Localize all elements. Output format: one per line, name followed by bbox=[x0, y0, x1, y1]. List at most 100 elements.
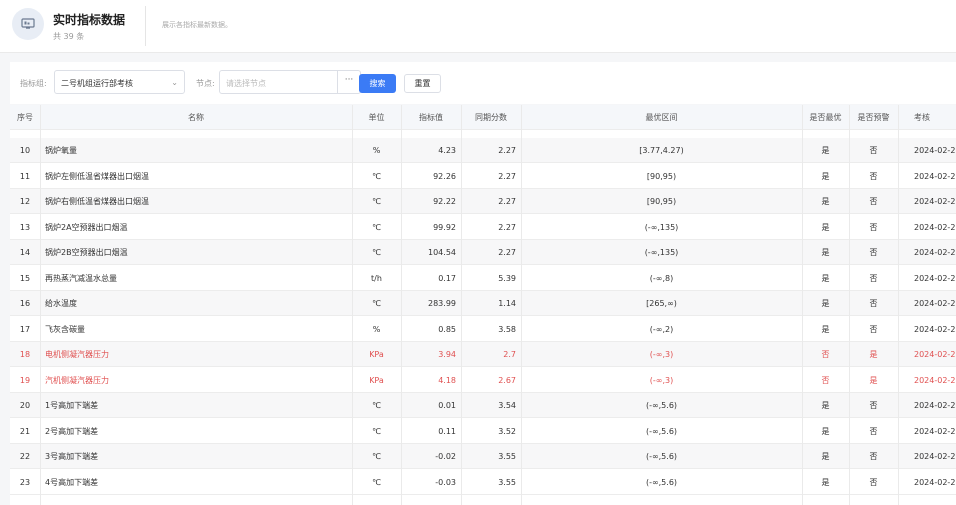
column-divider bbox=[401, 105, 402, 505]
row-optimal: 是 bbox=[821, 197, 830, 206]
row-optimal: 是 bbox=[821, 324, 830, 334]
row-index: 16 bbox=[19, 299, 31, 308]
row-range: [90,95) bbox=[646, 171, 677, 181]
node-picker-button[interactable]: ··· bbox=[337, 71, 360, 93]
row-range: (-∞,8) bbox=[649, 273, 674, 283]
row-optimal: 是 bbox=[821, 452, 830, 461]
row-warning: 否 bbox=[869, 197, 878, 206]
column-divider bbox=[849, 105, 850, 505]
row-range: (-∞,135) bbox=[644, 222, 679, 232]
row-index: 20 bbox=[19, 401, 31, 410]
node-input[interactable]: 请选择节点 ··· bbox=[219, 70, 361, 94]
row-value: 4.23 bbox=[438, 146, 456, 155]
reset-button[interactable]: 重置 bbox=[404, 74, 441, 93]
table-row[interactable]: 21 2号高加下端差 ℃ 0.11 3.52 (-∞,5.6) 是 否 2024-02-2 bbox=[10, 419, 956, 444]
data-table: 序号 名称 单位 指标值 同期分数 最优区间 是否最优 是否预警 考核 10 锅炉… bbox=[10, 105, 956, 505]
row-date: 2024-02-2 bbox=[914, 197, 956, 206]
row-warning: 否 bbox=[869, 477, 878, 487]
row-range: (-∞,5.6) bbox=[645, 452, 678, 461]
table-row[interactable]: 10 锅炉氧量% 4.23 2.27 [3.77,4.27) 是 否 2024-02-2 bbox=[10, 138, 956, 163]
row-name: 给水温度 bbox=[45, 299, 77, 308]
table-row[interactable]: 22 3号高加下端差 ℃ -0.02 3.55 (-∞,5.6) 是 否 2024-02-2 bbox=[10, 444, 956, 469]
col-header-warning: 是否预警 bbox=[857, 113, 890, 122]
table-row[interactable]: 12 锅炉右侧低温省煤器出口烟温 ℃ 92.22 2.27 [90,95) 是 否 2024-0… bbox=[10, 189, 956, 214]
row-date: 2024-02-2 bbox=[914, 426, 956, 436]
row-unit: ℃ bbox=[372, 171, 381, 181]
table-row[interactable]: 11 锅炉左侧低温省煤器出口烟温 ℃ 92.26 2.27 [90,95) 是 否 2024-0… bbox=[10, 164, 956, 189]
row-date: 2024-02-2 bbox=[914, 171, 956, 181]
row-value: 3.94 bbox=[438, 350, 456, 359]
row-score: 2.27 bbox=[498, 171, 516, 181]
row-range: (-∞,3) bbox=[649, 350, 674, 359]
row-date: 2024-02-2 bbox=[914, 401, 956, 410]
row-score: 3.55 bbox=[498, 477, 516, 487]
table-row[interactable]: 16 给水温度 ℃ 283.99 1.14 [265,∞) 是 否 2024-02-2 bbox=[10, 291, 956, 316]
column-divider bbox=[461, 105, 462, 505]
table-row[interactable]: 14 锅炉2B空预器出口烟温 ℃ 104.54 2.27 (-∞,135) 是 否 2024-0… bbox=[10, 240, 956, 265]
table-row[interactable]: 19 汽机侧凝汽器压力 KPa 4.18 2.67 (-∞,3) 否 是 2024-02-2 bbox=[10, 368, 956, 393]
row-range: (-∞,5.6) bbox=[645, 426, 678, 436]
node-label: 节点: bbox=[196, 79, 215, 88]
row-optimal: 是 bbox=[821, 299, 830, 308]
row-index: 15 bbox=[19, 273, 31, 283]
table-row[interactable]: 20 1号高加下端差 ℃ 0.01 3.54 (-∞,5.6) 是 否 2024-02-2 bbox=[10, 393, 956, 418]
indicator-group-select[interactable]: 二号机组运行部考核 ⌄ bbox=[54, 70, 185, 94]
row-value: 92.26 bbox=[433, 171, 456, 181]
row-range: [265,∞) bbox=[646, 299, 677, 308]
header-divider bbox=[145, 6, 146, 46]
row-optimal: 否 bbox=[821, 375, 830, 385]
col-header-range: 最优区间 bbox=[645, 113, 678, 122]
table-row[interactable]: 13 锅炉2A空预器出口烟温 ℃ 99.92 2.27 (-∞,135) 是 否 2024-02… bbox=[10, 215, 956, 240]
row-unit: t/h bbox=[371, 273, 382, 283]
row-range: (-∞,5.6) bbox=[645, 477, 678, 487]
row-optimal: 是 bbox=[821, 146, 830, 155]
row-date: 2024-02-2 bbox=[914, 248, 956, 257]
row-warning: 是 bbox=[869, 350, 878, 359]
row-unit: ℃ bbox=[372, 426, 381, 436]
row-index: 13 bbox=[19, 222, 31, 232]
row-unit: ℃ bbox=[372, 197, 381, 206]
row-optimal: 否 bbox=[821, 350, 830, 359]
row-unit: % bbox=[372, 146, 381, 155]
row-score: 2.27 bbox=[498, 146, 516, 155]
table-row[interactable]: 15 再热蒸汽减温水总量 t/h 0.17 5.39 (-∞,8) 是 否 2024-02-2 bbox=[10, 266, 956, 291]
row-value: -0.02 bbox=[435, 452, 456, 461]
row-unit: KPa bbox=[369, 350, 384, 359]
row-name: 1号高加下端差 bbox=[45, 401, 99, 410]
col-header-index: 序号 bbox=[17, 113, 33, 122]
row-warning: 否 bbox=[869, 324, 878, 334]
row-warning: 否 bbox=[869, 299, 878, 308]
page-header: 实时指标数据 共 39 条 展示各指标最新数据。 bbox=[0, 0, 956, 53]
row-index: 18 bbox=[19, 350, 31, 359]
row-value: 283.99 bbox=[428, 299, 456, 308]
row-score: 3.55 bbox=[498, 452, 516, 461]
table-row[interactable]: 17 飞灰含碳量% 0.85 3.58 (-∞,2) 是 否 2024-02-2 bbox=[10, 317, 956, 342]
row-index: 19 bbox=[19, 375, 31, 385]
row-index: 12 bbox=[19, 197, 31, 206]
row-score: 2.27 bbox=[498, 197, 516, 206]
row-name: 2号高加下端差 bbox=[45, 426, 99, 436]
row-range: [90,95) bbox=[646, 197, 677, 206]
row-unit: ℃ bbox=[372, 299, 381, 308]
row-optimal: 是 bbox=[821, 222, 830, 232]
page-description: 展示各指标最新数据。 bbox=[162, 21, 232, 29]
row-value: 0.11 bbox=[438, 426, 456, 436]
table-row[interactable]: 23 4号高加下端差 ℃ -0.03 3.55 (-∞,5.6) 是 否 2024-02-2 bbox=[10, 470, 956, 495]
row-unit: ℃ bbox=[372, 248, 381, 257]
row-value: 4.18 bbox=[438, 375, 456, 385]
row-date: 2024-02-2 bbox=[914, 222, 956, 232]
row-name: 电机侧凝汽器压力 bbox=[45, 350, 109, 359]
row-name: 飞灰含碳量 bbox=[45, 324, 85, 334]
column-divider bbox=[352, 105, 353, 505]
row-name: 锅炉2B空预器出口烟温 bbox=[45, 248, 128, 257]
row-value: 104.54 bbox=[428, 248, 456, 257]
row-unit: ℃ bbox=[372, 477, 381, 487]
row-date: 2024-02-2 bbox=[914, 477, 956, 487]
table-row[interactable]: 18 电机侧凝汽器压力 KPa 3.94 2.7 (-∞,3) 否 是 2024-02-2 bbox=[10, 342, 956, 367]
column-divider bbox=[521, 105, 522, 505]
row-warning: 否 bbox=[869, 248, 878, 257]
search-button[interactable]: 搜索 bbox=[359, 74, 396, 93]
row-score: 3.58 bbox=[498, 324, 516, 334]
row-score: 5.39 bbox=[498, 273, 516, 283]
row-warning: 否 bbox=[869, 401, 878, 410]
